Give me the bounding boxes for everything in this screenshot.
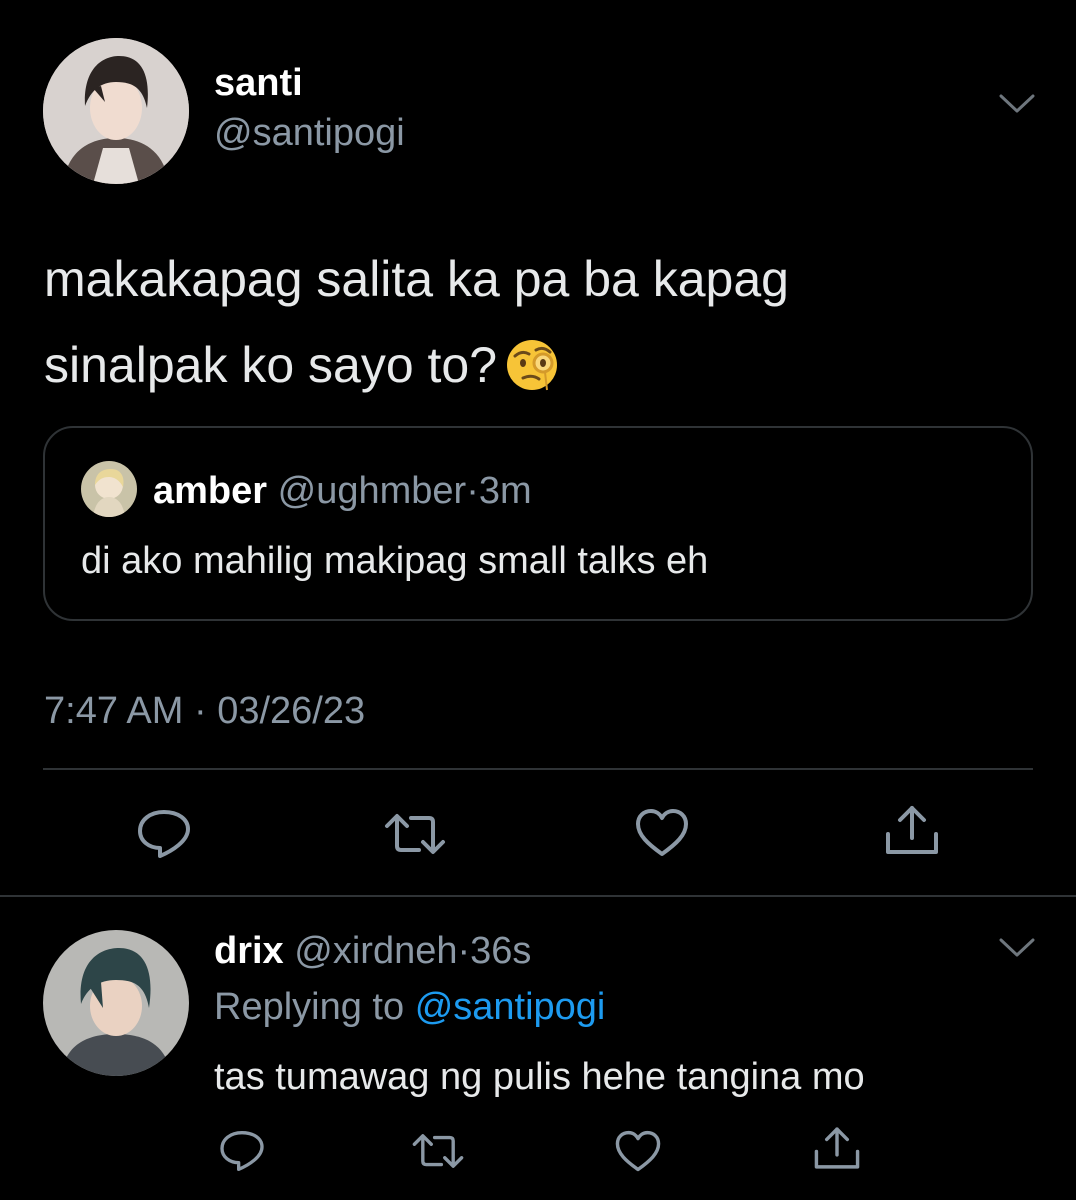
reply-author-avatar[interactable] xyxy=(43,930,189,1076)
author-avatar[interactable] xyxy=(43,38,189,184)
quoted-author-name: amber xyxy=(153,470,268,512)
replying-to-label: Replying to xyxy=(214,986,405,1028)
separator-dot: · xyxy=(457,930,471,972)
tweet-text-line-content: sinalpak ko sayo to? xyxy=(44,337,498,393)
retweet-icon[interactable] xyxy=(383,812,447,856)
share-icon[interactable] xyxy=(813,1124,861,1172)
timestamp-date: 03/26/23 xyxy=(217,690,366,732)
reply-icon[interactable] xyxy=(217,1129,267,1173)
share-icon[interactable] xyxy=(884,802,940,858)
tweet-text-line: makakapag salita ka pa ba kapag xyxy=(44,251,789,307)
tweet-text: makakapag salita ka pa ba kapag sinalpak… xyxy=(44,236,1024,418)
separator-dot: · xyxy=(193,690,207,732)
heart-icon[interactable] xyxy=(614,1130,662,1173)
retweet-icon[interactable] xyxy=(411,1132,465,1170)
quoted-author-handle: @ughmber xyxy=(277,470,467,512)
quoted-tweet[interactable]: amber @ughmber·3m di ako mahilig makipag… xyxy=(43,426,1033,621)
tweet-timestamp: 7:47 AM · 03/26/23 xyxy=(44,690,365,733)
quoted-tweet-header: amber @ughmber·3m xyxy=(153,470,532,513)
divider xyxy=(0,895,1076,897)
heart-icon[interactable] xyxy=(634,808,690,858)
separator-dot: · xyxy=(466,470,479,512)
tweet-text-line: sinalpak ko sayo to? xyxy=(44,322,1024,418)
quoted-tweet-time: 3m xyxy=(478,470,532,512)
reply-icon[interactable] xyxy=(134,808,194,860)
reply-header: drix @xirdneh·36s xyxy=(214,930,531,973)
chevron-down-icon[interactable] xyxy=(997,936,1037,960)
reply-author-handle[interactable]: @xirdneh xyxy=(294,930,457,972)
reply-time: 36s xyxy=(470,930,532,972)
timestamp-time: 7:47 AM xyxy=(44,690,184,732)
reply-author-name[interactable]: drix xyxy=(214,930,284,972)
face-with-monocle-icon xyxy=(505,332,559,418)
divider xyxy=(43,768,1033,770)
author-name[interactable]: santi xyxy=(214,62,303,105)
chevron-down-icon[interactable] xyxy=(997,92,1037,116)
reply-text: tas tumawag ng pulis hehe tangina mo xyxy=(214,1056,865,1098)
author-handle[interactable]: @santipogi xyxy=(214,112,405,155)
quoted-tweet-text: di ako mahilig makipag small talks eh xyxy=(81,540,709,582)
replying-to-handle[interactable]: @santipogi xyxy=(415,986,606,1028)
replying-to: Replying to @santipogi xyxy=(214,986,605,1029)
quoted-author-avatar xyxy=(81,461,137,517)
